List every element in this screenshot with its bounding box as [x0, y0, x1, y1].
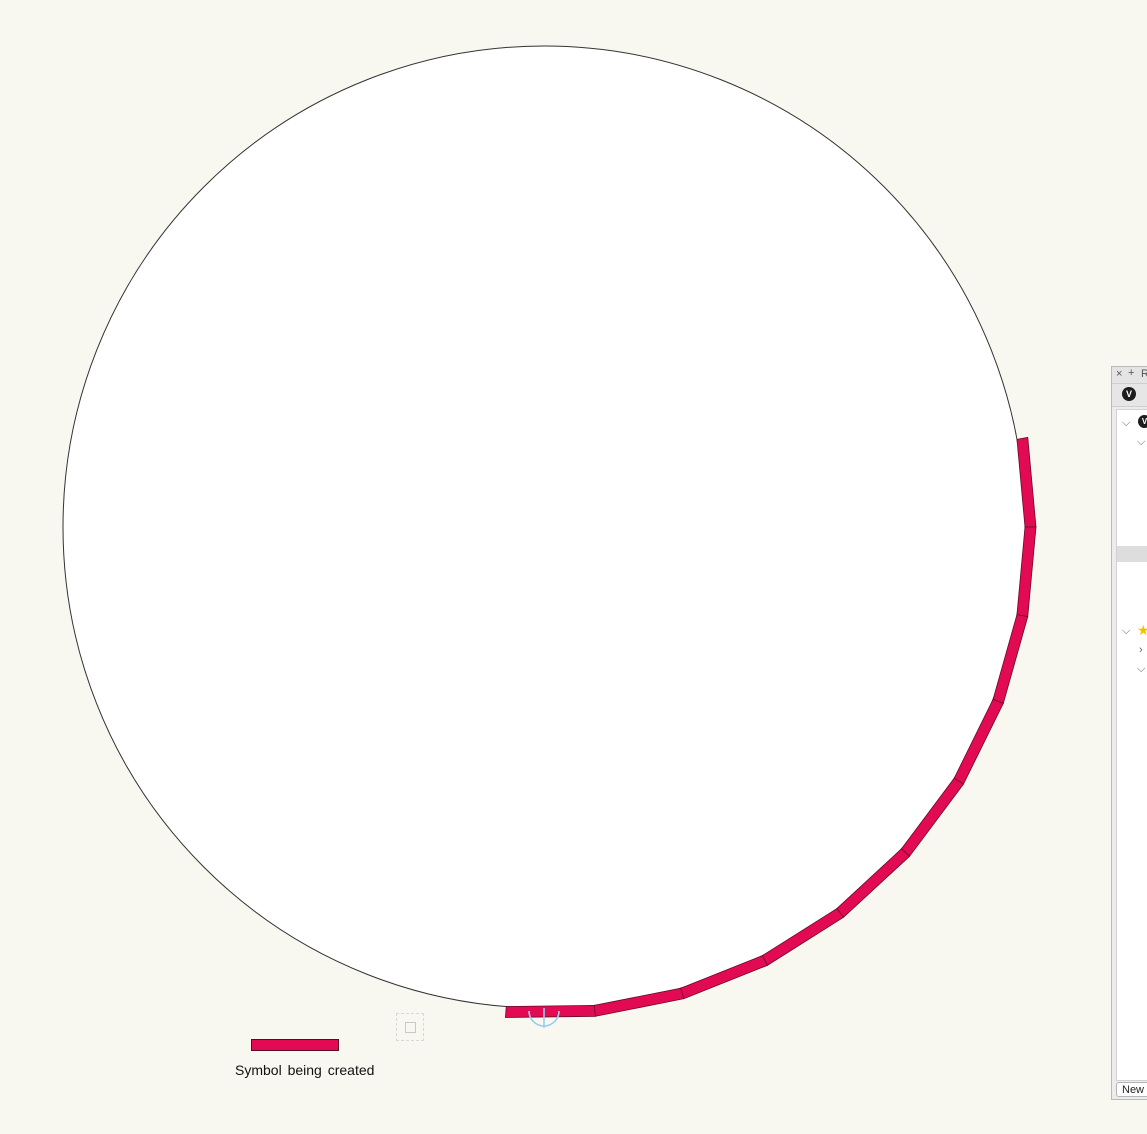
favorites-star-icon: ★	[1137, 623, 1147, 637]
symbol-segment[interactable]	[504, 1004, 596, 1018]
palette-titlebar[interactable]: × + R	[1112, 367, 1147, 384]
selected-row[interactable]	[1117, 546, 1147, 562]
document-icon: V	[1138, 415, 1147, 428]
chevron-down-icon[interactable]: ⌵	[1122, 417, 1130, 429]
drawing-canvas[interactable]	[0, 0, 1147, 1134]
snap-square-icon	[396, 1013, 424, 1041]
resource-tree[interactable]: ⌵ V ⌵ ⌵ ★ › ⌵	[1116, 409, 1147, 1081]
chevron-down-icon[interactable]: ⌵	[1137, 663, 1145, 675]
palette-title: R	[1141, 368, 1147, 380]
resource-palette[interactable]: × + R V ⌵ V ⌵ ⌵ ★ › ⌵ New	[1111, 366, 1147, 1100]
app-logo-icon[interactable]: V	[1122, 387, 1136, 401]
close-icon[interactable]: ×	[1116, 368, 1122, 380]
chevron-down-icon[interactable]: ⌵	[1137, 436, 1145, 448]
chevron-right-icon[interactable]: ›	[1139, 644, 1143, 656]
add-icon[interactable]: +	[1128, 367, 1134, 379]
legend-label: Symbol being created	[235, 1062, 375, 1078]
new-button[interactable]: New	[1116, 1082, 1147, 1097]
legend-swatch	[251, 1039, 339, 1051]
chevron-down-icon[interactable]: ⌵	[1122, 625, 1130, 637]
circle-object[interactable]	[62, 45, 1026, 1009]
